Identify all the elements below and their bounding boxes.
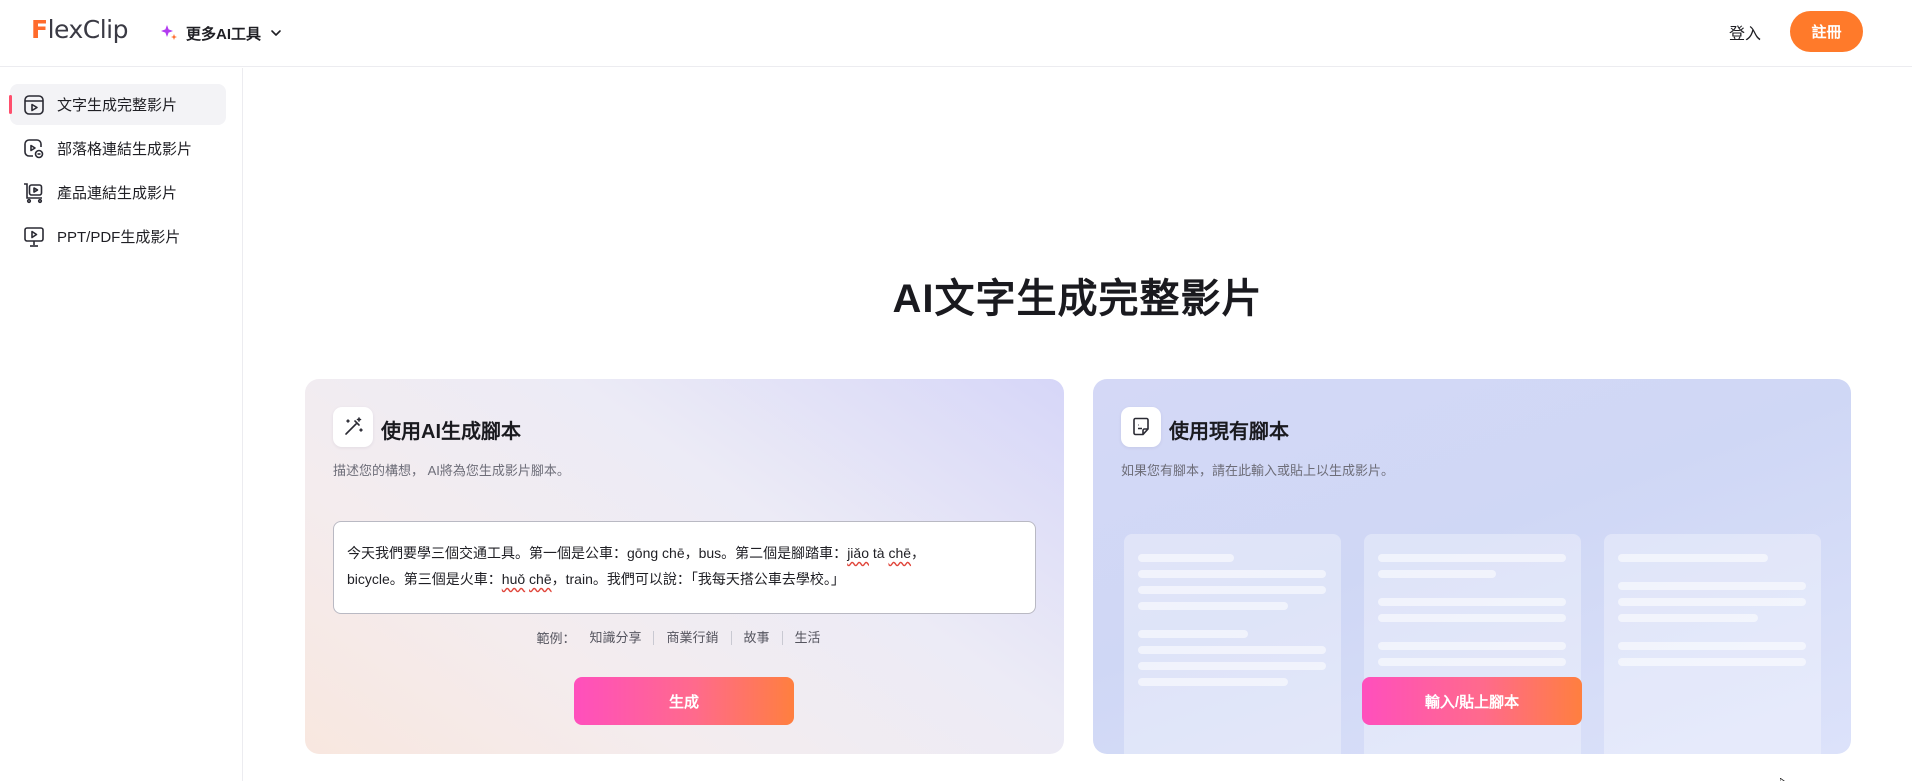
document-placeholder (1604, 534, 1821, 754)
sidebar-item-label: 部落格連結生成影片 (57, 141, 193, 158)
link-video-icon (22, 137, 46, 161)
generate-button[interactable]: 生成 (574, 677, 794, 725)
existing-script-card: 使用現有腳本 如果您有腳本，請在此輸入或貼上以生成影片。 輸入/貼上腳本 (1093, 379, 1851, 754)
magic-wand-icon (333, 407, 373, 447)
sidebar-item-ppt-pdf-to-video[interactable]: PPT/PDF生成影片 (10, 216, 226, 257)
examples-row: 範例： 知識分享 商業行銷 故事 生活 (305, 628, 1064, 647)
sidebar-item-blog-to-video[interactable]: 部落格連結生成影片 (10, 128, 226, 169)
script-text: bicycle。第三個是火車： (347, 571, 502, 587)
chevron-down-icon (269, 26, 283, 40)
script-line-2: bicycle。第三個是火車：huǒ chē，train。我們可以說：「我每天搭… (347, 566, 1021, 592)
logo-letter-f: F (31, 14, 48, 44)
sidebar: 文字生成完整影片 部落格連結生成影片 產品連結生成影片 PPT/PDF生成影片 (0, 68, 243, 781)
existing-script-title: 使用現有腳本 (1169, 421, 1289, 443)
document-icon (1121, 407, 1161, 447)
script-line-1: 今天我們要學三個交通工具。第一個是公車：gōng chē，bus。第二個是腳踏車… (347, 540, 1021, 566)
more-ai-tools-label: 更多AI工具 (186, 25, 262, 43)
ai-script-description: 描述您的構想， AI將為您生成影片腳本。 (333, 463, 570, 478)
paste-script-button[interactable]: 輸入/貼上腳本 (1362, 677, 1582, 725)
example-knowledge-sharing[interactable]: 知識分享 (589, 630, 653, 645)
sparkle-icon (160, 24, 178, 42)
flexclip-logo[interactable]: FlexClip (31, 14, 128, 44)
active-indicator (9, 95, 12, 114)
example-story[interactable]: 故事 (730, 630, 782, 645)
script-text: tà (868, 545, 889, 561)
script-text-misspelled: chē (888, 545, 912, 561)
sidebar-item-label: 文字生成完整影片 (57, 97, 178, 114)
document-placeholder (1124, 534, 1341, 754)
login-link[interactable]: 登入 (1729, 20, 1761, 44)
ai-script-title: 使用AI生成腳本 (381, 421, 521, 443)
sidebar-item-text-to-video[interactable]: 文字生成完整影片 (9, 84, 226, 125)
script-text-misspelled: huǒ (501, 571, 526, 587)
logo-text: lexClip (47, 14, 129, 44)
cart-video-icon (22, 181, 46, 205)
script-text: ， (911, 545, 926, 561)
sidebar-item-label: PPT/PDF生成影片 (57, 229, 181, 246)
script-text: ，train。我們可以說：「我每天搭公車去學校。」 (551, 571, 845, 587)
more-ai-tools-menu[interactable]: 更多AI工具 (160, 20, 283, 46)
example-marketing[interactable]: 商業行銷 (653, 630, 730, 645)
ai-script-card: 使用AI生成腳本 描述您的構想， AI將為您生成影片腳本。 今天我們要學三個交通… (305, 379, 1064, 754)
sidebar-item-label: 產品連結生成影片 (57, 185, 178, 202)
existing-script-description: 如果您有腳本，請在此輸入或貼上以生成影片。 (1121, 463, 1395, 478)
top-header: FlexClip 更多AI工具 登入 註冊 (0, 0, 1912, 67)
example-life[interactable]: 生活 (781, 630, 833, 645)
presentation-icon (22, 225, 46, 249)
script-text-misspelled: chē (529, 571, 552, 587)
page-title: AI文字生成完整影片 (892, 277, 1263, 321)
sidebar-item-product-to-video[interactable]: 產品連結生成影片 (10, 172, 226, 213)
video-file-icon (22, 93, 46, 117)
script-prompt-input[interactable]: 今天我們要學三個交通工具。第一個是公車：gōng chē，bus。第二個是腳踏車… (333, 521, 1036, 614)
mouse-cursor-icon (1779, 773, 1790, 781)
signup-button[interactable]: 註冊 (1790, 11, 1863, 52)
script-text-misspelled: jiǎo (847, 545, 869, 561)
script-text: 今天我們要學三個交通工具。第一個是公車：gōng chē，bus。第二個是腳踏車… (347, 545, 848, 561)
examples-label: 範例： (536, 631, 576, 646)
